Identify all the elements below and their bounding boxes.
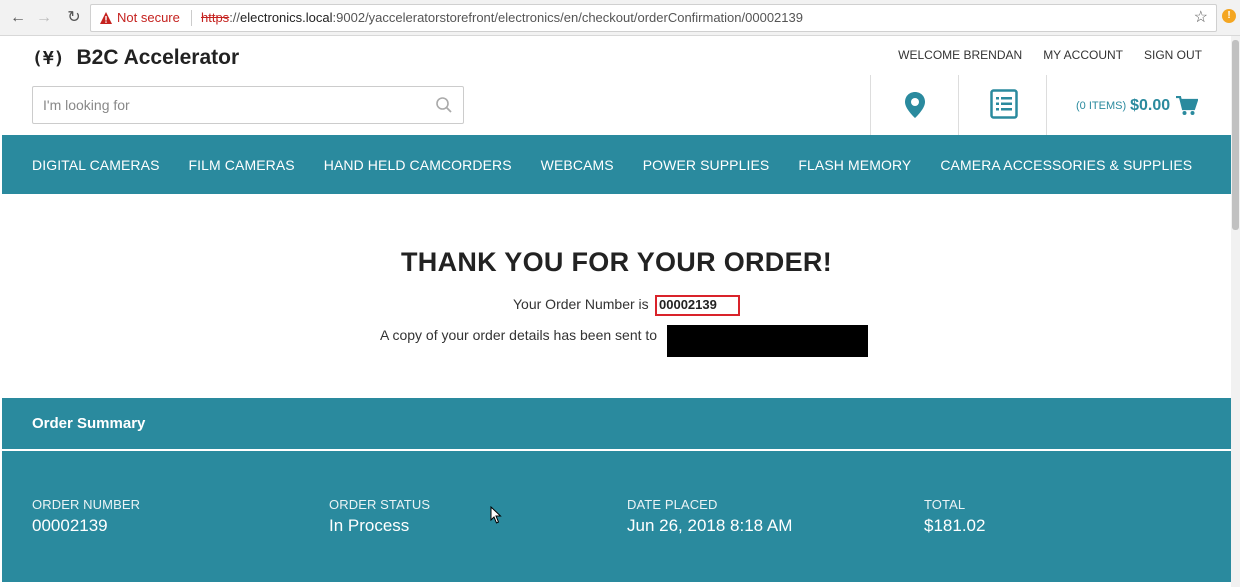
- order-summary-header: Order Summary: [2, 398, 1231, 449]
- summary-value: In Process: [329, 516, 410, 535]
- map-marker-icon[interactable]: [903, 91, 927, 119]
- nav-hand-held-camcorders[interactable]: HAND HELD CAMCORDERS: [324, 157, 512, 173]
- summary-value: 00002139: [32, 516, 108, 535]
- cart-total: $0.00: [1130, 97, 1171, 114]
- warning-icon: [100, 12, 112, 24]
- reload-icon[interactable]: ↻: [64, 8, 84, 28]
- email-sent-label: A copy of your order details has been se…: [380, 327, 658, 343]
- nav-webcams[interactable]: WEBCAMS: [541, 157, 614, 173]
- summary-total: TOTAL $181.02: [924, 497, 985, 536]
- summary-label: DATE PLACED: [627, 497, 718, 512]
- order-summary-body: ORDER NUMBER 00002139 ORDER STATUS In Pr…: [2, 451, 1231, 582]
- sign-out-link[interactable]: SIGN OUT: [1144, 48, 1202, 62]
- account-links: WELCOME BRENDAN MY ACCOUNT SIGN OUT: [898, 48, 1202, 62]
- site-logo[interactable]: (¥) B2C Accelerator: [32, 46, 239, 70]
- summary-label: ORDER NUMBER: [32, 497, 141, 512]
- category-nav: DIGITAL CAMERAS FILM CAMERAS HAND HELD C…: [2, 135, 1231, 194]
- extension-icon[interactable]: !: [1222, 9, 1236, 23]
- my-account-link[interactable]: MY ACCOUNT: [1043, 48, 1123, 62]
- search-icon[interactable]: [435, 96, 453, 114]
- search-input[interactable]: [33, 87, 433, 123]
- list-icon[interactable]: [990, 89, 1018, 119]
- mini-cart[interactable]: (0 ITEMS) $0.00: [1076, 94, 1199, 118]
- forward-arrow-icon[interactable]: →: [34, 8, 54, 28]
- welcome-text: WELCOME BRENDAN: [898, 48, 1023, 62]
- nav-flash-memory[interactable]: FLASH MEMORY: [798, 157, 911, 173]
- order-number-value: 00002139: [659, 297, 717, 312]
- header-divider: [958, 75, 959, 135]
- cart-item-count: (0 ITEMS): [1076, 100, 1127, 112]
- nav-power-supplies[interactable]: POWER SUPPLIES: [643, 157, 770, 173]
- address-bar[interactable]: Not secure https://electronics.local:900…: [90, 4, 1217, 32]
- logo-mark: (¥): [32, 47, 65, 69]
- page-title: THANK YOU FOR YOUR ORDER!: [400, 247, 833, 277]
- summary-date-placed: DATE PLACED Jun 26, 2018 8:18 AM: [627, 497, 792, 536]
- browser-toolbar: ← → ↻ Not secure https://electronics.loc…: [0, 0, 1240, 36]
- nav-digital-cameras[interactable]: DIGITAL CAMERAS: [32, 157, 160, 173]
- summary-value: $181.02: [924, 516, 986, 535]
- scrollbar-thumb[interactable]: [1232, 40, 1239, 230]
- order-summary-title: Order Summary: [32, 415, 146, 432]
- url-text[interactable]: https://electronics.local:9002/yaccelera…: [201, 5, 803, 31]
- star-icon[interactable]: ☆: [1194, 5, 1208, 31]
- address-separator: [191, 10, 192, 26]
- nav-film-cameras[interactable]: FILM CAMERAS: [189, 157, 295, 173]
- summary-value: Jun 26, 2018 8:18 AM: [627, 516, 793, 535]
- not-secure-label[interactable]: Not secure: [117, 5, 180, 31]
- url-separator: ://: [229, 10, 241, 25]
- url-host: electronics.local: [240, 10, 333, 25]
- mouse-cursor-icon: [490, 506, 502, 524]
- header-divider: [1046, 75, 1047, 135]
- header-divider: [870, 75, 871, 135]
- redacted-email: [667, 325, 868, 357]
- logo-text: B2C Accelerator: [76, 46, 240, 69]
- cart-icon: [1176, 96, 1199, 115]
- url-scheme: https: [201, 10, 230, 25]
- search-box: [32, 86, 464, 124]
- nav-camera-accessories[interactable]: CAMERA ACCESSORIES & SUPPLIES: [940, 157, 1192, 173]
- back-arrow-icon[interactable]: ←: [8, 8, 28, 28]
- summary-label: ORDER STATUS: [329, 497, 431, 512]
- summary-order-status: ORDER STATUS In Process: [329, 497, 430, 536]
- order-number-label: Your Order Number is: [513, 296, 649, 312]
- summary-order-number: ORDER NUMBER 00002139: [32, 497, 140, 536]
- url-path: :9002/yacceleratorstorefront/electronics…: [332, 10, 803, 25]
- summary-label: TOTAL: [924, 497, 966, 512]
